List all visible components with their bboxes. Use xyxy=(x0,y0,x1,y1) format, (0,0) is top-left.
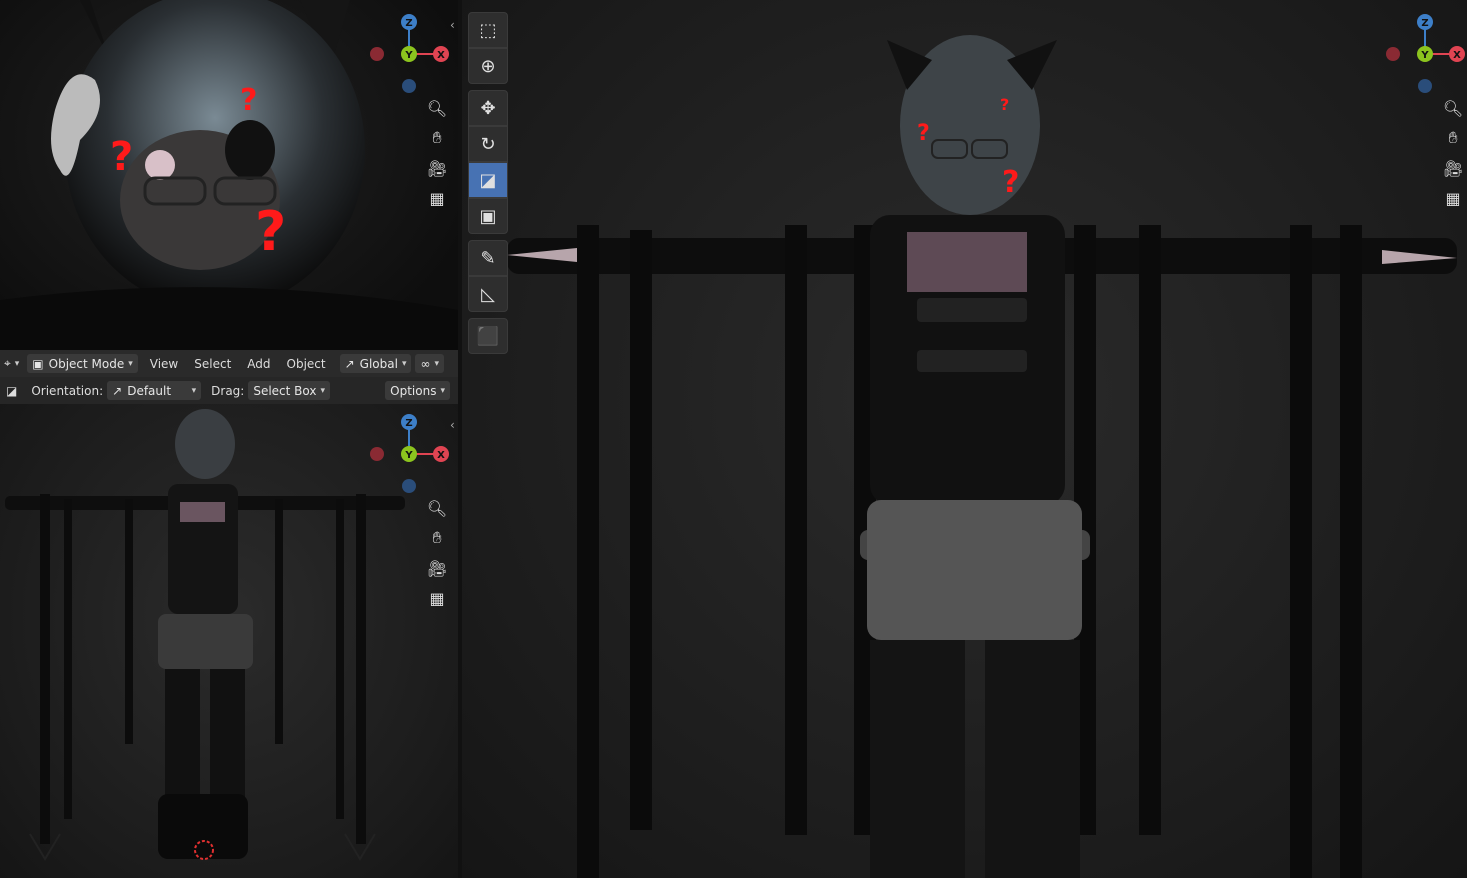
zoom-icon[interactable]: 🔍︎ xyxy=(425,96,449,120)
orientation-select[interactable]: ↗ Default ▾ xyxy=(107,381,202,400)
grid-icon[interactable]: ▦ xyxy=(425,586,449,610)
menu-add[interactable]: Add xyxy=(239,357,278,371)
pan-hand-icon[interactable]: ✋︎ xyxy=(425,526,449,550)
add-cube-icon: ⬛ xyxy=(476,325,500,347)
camera-icon[interactable]: 🎥︎ xyxy=(1441,156,1465,180)
drag-value: Select Box xyxy=(253,383,317,398)
viewport-main[interactable]: ? ? ? Z X Y 🔍︎ ✋︎ 🎥︎ ▦ xyxy=(462,0,1467,878)
options-button[interactable]: Options ▾ xyxy=(385,381,450,400)
link-icon: ∞ xyxy=(420,356,431,371)
tool-measure[interactable]: ◺ xyxy=(468,276,508,312)
orientation-value: Default xyxy=(127,383,172,398)
navigation-gizmo[interactable]: Z X Y xyxy=(364,8,454,98)
pan-hand-icon[interactable]: ✋︎ xyxy=(1441,126,1465,150)
mode-select[interactable]: ▣ Object Mode ▾ xyxy=(27,354,138,373)
tool-transform[interactable]: ▣ xyxy=(468,198,508,234)
tool-select-box[interactable]: ⬚ xyxy=(468,12,508,48)
orientation-label: Orientation: xyxy=(31,383,104,398)
tool-cursor[interactable]: ⊕ xyxy=(468,48,508,84)
svg-text:X: X xyxy=(437,50,445,61)
measure-ruler-icon: ◺ xyxy=(481,283,495,305)
mode-label: Object Mode xyxy=(48,356,125,371)
collapse-arrow-icon[interactable]: ‹ xyxy=(450,18,455,32)
tool-move[interactable]: ✥ xyxy=(468,90,508,126)
scene-main-figure: ? ? ? xyxy=(507,35,1457,878)
svg-text:?: ? xyxy=(110,134,133,180)
collapse-arrow-icon[interactable]: ‹ xyxy=(450,418,455,432)
svg-text:Z: Z xyxy=(405,418,412,429)
scale-icon: ◪ xyxy=(479,169,497,191)
drag-select[interactable]: Select Box ▾ xyxy=(248,381,330,400)
camera-icon[interactable]: 🎥︎ xyxy=(425,556,449,580)
svg-text:Y: Y xyxy=(1420,50,1429,61)
tool-rotate[interactable]: ↻ xyxy=(468,126,508,162)
options-label: Options xyxy=(390,383,437,398)
navigation-gizmo-main[interactable]: Z X Y xyxy=(1380,8,1467,98)
drag-label: Drag: xyxy=(211,383,245,398)
object-mode-icon: ▣ xyxy=(32,356,44,371)
grid-icon[interactable]: ▦ xyxy=(425,186,449,210)
scale-tool-icon: ◪ xyxy=(6,383,18,398)
zoom-icon[interactable]: 🔍︎ xyxy=(1441,96,1465,120)
svg-text:?: ? xyxy=(255,200,286,263)
zoom-icon[interactable]: 🔍︎ xyxy=(425,496,449,520)
camera-icon[interactable]: 🎥︎ xyxy=(425,156,449,180)
annotate-pencil-icon: ✎ xyxy=(480,247,496,269)
transform-orientation-select[interactable]: ↗ Global ▾ xyxy=(339,354,412,373)
editor-type-icon: ⌖ xyxy=(4,356,11,370)
svg-text:?: ? xyxy=(240,83,257,118)
menu-view[interactable]: View xyxy=(142,357,186,371)
tool-add-cube[interactable]: ⬛ xyxy=(468,318,508,354)
transform-icon: ▣ xyxy=(479,205,497,227)
navigation-gizmo-bottom[interactable]: Z X Y xyxy=(364,408,454,498)
cursor-icon: ⊕ xyxy=(480,55,496,77)
tool-shelf: ⬚ ⊕ ✥ ↻ ◪ ▣ ✎ ◺ ⬛ xyxy=(468,12,510,354)
move-icon: ✥ xyxy=(480,97,496,119)
tool-settings-bar: ◪ Orientation: ↗ Default ▾ Drag: Select B… xyxy=(0,377,458,405)
viewport-bottom-left[interactable]: Z X Y 🔍︎ ✋︎ 🎥︎ ▦ ‹ xyxy=(0,404,458,878)
viewport-top-left[interactable]: ? ? ? Z X Y 🔍︎ ✋︎ 🎥︎ ▦ ‹ xyxy=(0,0,458,350)
svg-text:?: ? xyxy=(1000,95,1009,114)
select-box-icon: ⬚ xyxy=(479,19,497,41)
tool-annotate[interactable]: ✎ xyxy=(468,240,508,276)
svg-text:X: X xyxy=(1453,50,1461,61)
svg-text:Y: Y xyxy=(404,450,413,461)
viewport-header: ⌖ ▾ ▣ Object Mode ▾ View Select Add Object… xyxy=(0,350,458,378)
pivot-select[interactable]: ∞ ▾ xyxy=(415,354,445,373)
menu-object[interactable]: Object xyxy=(279,357,334,371)
rotate-icon: ↻ xyxy=(480,133,496,155)
editor-type-button[interactable]: ⌖ ▾ xyxy=(0,354,23,373)
svg-text:Y: Y xyxy=(404,50,413,61)
svg-text:Z: Z xyxy=(405,18,412,29)
svg-text:?: ? xyxy=(1002,165,1019,200)
pan-hand-icon[interactable]: ✋︎ xyxy=(425,126,449,150)
svg-text:Z: Z xyxy=(1421,18,1428,29)
svg-text:?: ? xyxy=(917,121,930,146)
orientation-icon: ↗ xyxy=(344,356,355,371)
orientation-default-icon: ↗ xyxy=(112,383,123,398)
transform-orientation-label: Global xyxy=(359,356,398,371)
svg-text:X: X xyxy=(437,450,445,461)
menu-select[interactable]: Select xyxy=(186,357,239,371)
tool-scale[interactable]: ◪ xyxy=(468,162,508,198)
grid-icon[interactable]: ▦ xyxy=(1441,186,1465,210)
